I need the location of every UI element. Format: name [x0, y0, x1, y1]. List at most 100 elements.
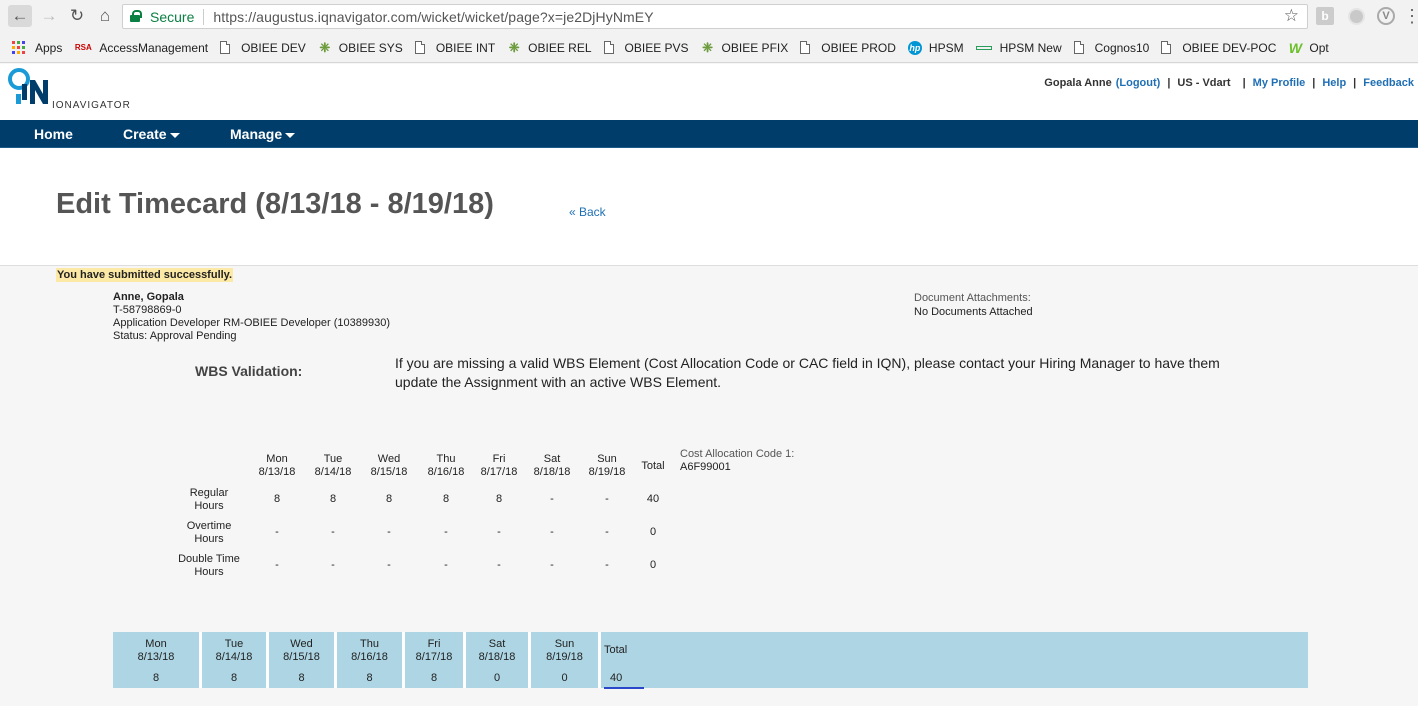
tree-icon: ❈ [702, 39, 713, 55]
extension-b-icon[interactable]: b [1316, 7, 1334, 25]
summary-day: Fri 8/17/18 8 [405, 632, 466, 688]
rsa-icon: RSA [74, 43, 92, 52]
separator: | [1353, 77, 1357, 89]
user-bar: Gopala Anne (Logout) | US - Vdart | My P… [1044, 77, 1414, 89]
bookmark-label: Cognos10 [1094, 40, 1150, 55]
bookmark-label: OBIEE DEV [241, 40, 306, 55]
hours-cell: - [497, 559, 501, 571]
hours-cell: 8 [442, 493, 450, 505]
logo-wordmark: IONAVIGATOR [52, 100, 131, 111]
my-profile-link[interactable]: My Profile [1253, 77, 1306, 89]
iqn-logo[interactable]: IONAVIGATOR [8, 68, 138, 112]
summary-day: Sat 8/18/18 0 [466, 632, 531, 688]
bookmark-obiee-pvs[interactable]: OBIEE PVS [603, 40, 689, 55]
bookmark-obiee-prod[interactable]: OBIEE PROD [800, 41, 896, 55]
tree-icon: ❈ [508, 39, 520, 55]
hours-cell: 8 [329, 493, 337, 505]
secure-label: Secure [150, 8, 195, 25]
day-header: Sun 8/19/18 [588, 453, 626, 478]
address-bar[interactable]: Secure https://augustus.iqnavigator.com/… [122, 4, 1308, 29]
cost-allocation-code: Cost Allocation Code 1: A6F99001 [680, 448, 794, 474]
main-menu: Home Create Manage [0, 120, 1418, 148]
bookmark-label: Apps [35, 40, 63, 55]
row-label-double-time: Double Time Hours [178, 553, 240, 578]
page-title: Edit Timecard (8/13/18 - 8/19/18) [56, 188, 494, 220]
omnibox-divider [203, 8, 205, 25]
hours-cell: - [605, 493, 609, 505]
bookmark-obiee-dev[interactable]: OBIEE DEV [220, 41, 306, 55]
logo-mark-icon [8, 68, 48, 104]
apps-grid-icon [12, 40, 26, 55]
hours-cell: - [444, 526, 448, 538]
total-header: Total [641, 460, 665, 472]
hours-cell: 8 [385, 493, 393, 505]
hours-cell: 8 [495, 493, 503, 505]
hours-cell: - [331, 559, 335, 571]
bookmark-label: Opt [1309, 40, 1329, 55]
browser-toolbar: ← → ↻ ⌂ Secure https://augustus.iqnaviga… [0, 0, 1418, 33]
back-arrow-icon[interactable]: ← [8, 5, 32, 27]
bookmark-label: OBIEE INT [435, 40, 496, 55]
row-label-overtime: Overtime Hours [186, 520, 232, 545]
bookmark-obiee-int[interactable]: OBIEE INT [414, 40, 496, 55]
browser-menu-icon[interactable]: ⋮ [1403, 6, 1418, 26]
wbs-validation-label: WBS Validation: [195, 363, 303, 379]
forward-arrow-icon[interactable]: → [37, 5, 61, 27]
help-link[interactable]: Help [1322, 77, 1346, 89]
worker-info: Anne, Gopala T-58798869-0 Application De… [113, 291, 390, 343]
summary-day: Tue 8/14/18 8 [202, 632, 269, 688]
bookmark-obiee-sys[interactable]: ❈ OBIEE SYS [318, 40, 403, 55]
reload-icon[interactable]: ↻ [65, 5, 89, 27]
menu-home-label: Home [34, 126, 73, 142]
bookmark-apps[interactable]: Apps [12, 40, 63, 55]
menu-home[interactable]: Home [34, 126, 73, 142]
hours-cell: - [497, 526, 501, 538]
bookmark-star-icon[interactable]: ☆ [1284, 6, 1299, 26]
document-attachments: Document Attachments: No Documents Attac… [914, 291, 1033, 319]
bookmark-label: OBIEE PVS [624, 40, 689, 55]
bookmark-label: HPSM New [999, 40, 1062, 55]
separator: | [1312, 77, 1316, 89]
bookmark-hpsm[interactable]: hp HPSM [907, 40, 964, 55]
extension-circle-icon[interactable] [1347, 7, 1365, 25]
logout-link[interactable]: (Logout) [1116, 77, 1161, 89]
day-header: Fri 8/17/18 [480, 453, 518, 478]
menu-create[interactable]: Create [123, 126, 180, 142]
hours-cell: - [275, 526, 279, 538]
caret-down-icon [285, 132, 296, 138]
page-icon [800, 41, 811, 54]
cac-label: Cost Allocation Code 1: [680, 448, 795, 460]
back-link[interactable]: « Back [569, 205, 606, 219]
bookmark-obiee-rel[interactable]: ❈ OBIEE REL [507, 39, 592, 55]
bookmark-obiee-pfix[interactable]: ❈ OBIEE PFIX [701, 39, 788, 55]
bookmark-cognos10[interactable]: Cognos10 [1073, 40, 1150, 55]
feedback-link[interactable]: Feedback [1363, 77, 1414, 89]
extension-v-icon[interactable]: V [1377, 7, 1395, 25]
hours-cell: - [444, 559, 448, 571]
home-icon[interactable]: ⌂ [93, 5, 117, 27]
w-icon: W [1288, 39, 1302, 56]
day-header: Sat 8/18/18 [533, 453, 571, 478]
bar-icon [975, 45, 992, 50]
bookmark-label: OBIEE SYS [338, 40, 403, 55]
daily-summary-bar: Mon 8/13/18 8 Tue 8/14/18 8 Wed 8/15/18 8 Thu 8… [113, 632, 1308, 689]
hours-cell: - [550, 526, 554, 538]
total-underline [604, 687, 644, 689]
bookmark-label: OBIEE PROD [821, 40, 896, 55]
day-header: Wed 8/15/18 [370, 453, 408, 478]
bookmark-label: AccessManagement [99, 40, 209, 55]
page-icon [603, 41, 614, 54]
timecard-status: Status: Approval Pending [113, 330, 237, 342]
url-text[interactable]: https://augustus.iqnavigator.com/wicket/… [213, 9, 653, 25]
worker-name: Anne, Gopala [113, 291, 184, 303]
hours-cell: - [550, 559, 554, 571]
bookmark-hpsm-new[interactable]: HPSM New [975, 40, 1062, 55]
lock-icon [130, 10, 142, 23]
bookmark-obiee-dev-poc[interactable]: OBIEE DEV-POC [1161, 41, 1276, 55]
summary-total-value: 40 [610, 672, 623, 684]
wbs-validation-text: If you are missing a valid WBS Element (… [395, 355, 1220, 390]
bookmark-accessmanagement[interactable]: RSA AccessManagement [74, 41, 208, 55]
menu-manage[interactable]: Manage [230, 126, 296, 142]
hp-icon: hp [907, 40, 922, 55]
bookmark-opt[interactable]: W Opt [1288, 39, 1329, 56]
